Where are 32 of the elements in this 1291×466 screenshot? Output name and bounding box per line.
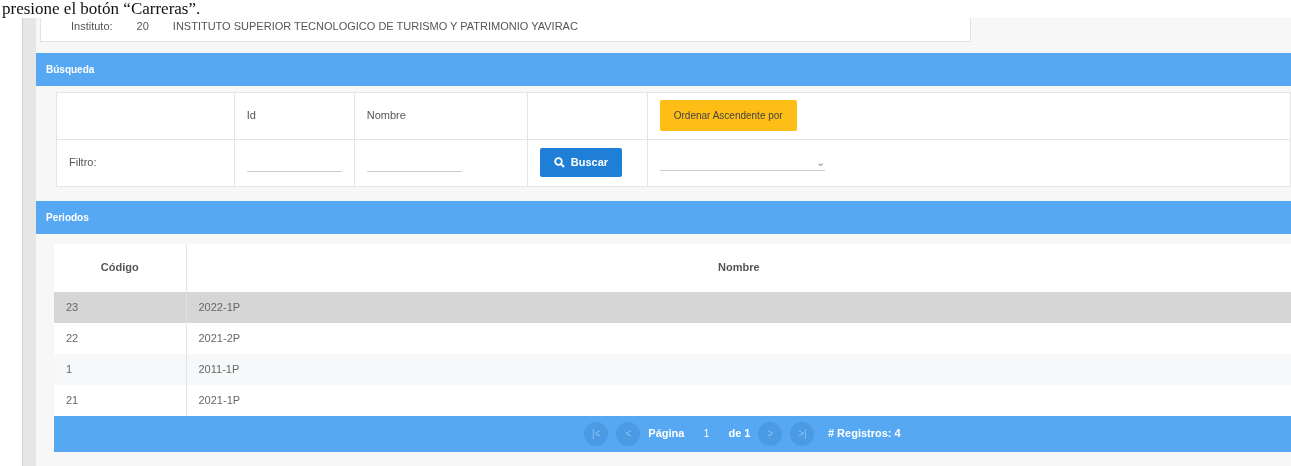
caption-text: presione el botón “Carreras”. xyxy=(1,0,202,18)
table-cell: 2022-1P xyxy=(198,300,241,313)
table-cell: 2011-1P xyxy=(198,362,240,375)
filter-field[interactable] xyxy=(354,139,528,186)
search-button[interactable]: Buscar xyxy=(539,148,623,177)
table-cell: 23 xyxy=(66,300,79,313)
page-count: de 1 xyxy=(728,426,751,442)
column-label: Id xyxy=(246,109,256,122)
filter-field[interactable] xyxy=(234,139,355,186)
record-count: # Registros: 4 xyxy=(827,426,901,442)
search-icon xyxy=(553,157,565,168)
sort-button[interactable]: Ordenar Ascendente por xyxy=(659,100,797,131)
sort-dropdown[interactable]: ⌄ xyxy=(659,153,825,172)
table-cell: 21 xyxy=(66,393,79,406)
page-label: Página xyxy=(648,426,685,442)
dropdown-arrow-icon: ⌄ xyxy=(815,153,825,171)
section-header: Periodos xyxy=(36,200,1291,234)
column-header: Código xyxy=(54,243,186,292)
field-label: Filtro: xyxy=(69,156,97,169)
field-label: Instituto: xyxy=(70,19,114,34)
table-cell: 2021-1P xyxy=(198,393,241,406)
table-cell: 1 xyxy=(66,362,73,375)
section-header: Búsqueda xyxy=(36,52,1291,86)
institute-name: INSTITUTO SUPERIOR TECNOLOGICO DE TURISMO Y PATRIMONIO YAVIRAC xyxy=(171,19,579,34)
table-row[interactable]: 21 2021-1P xyxy=(54,384,1291,416)
institute-code: 20 xyxy=(135,19,150,34)
column-label: Nombre xyxy=(366,109,406,122)
column-header: Nombre xyxy=(186,243,1291,292)
table-cell: 22 xyxy=(66,331,79,344)
page-input[interactable]: 1 xyxy=(692,425,721,442)
table-cell: 2021-2P xyxy=(198,331,241,344)
table-row[interactable]: 22 2021-2P xyxy=(54,322,1291,354)
